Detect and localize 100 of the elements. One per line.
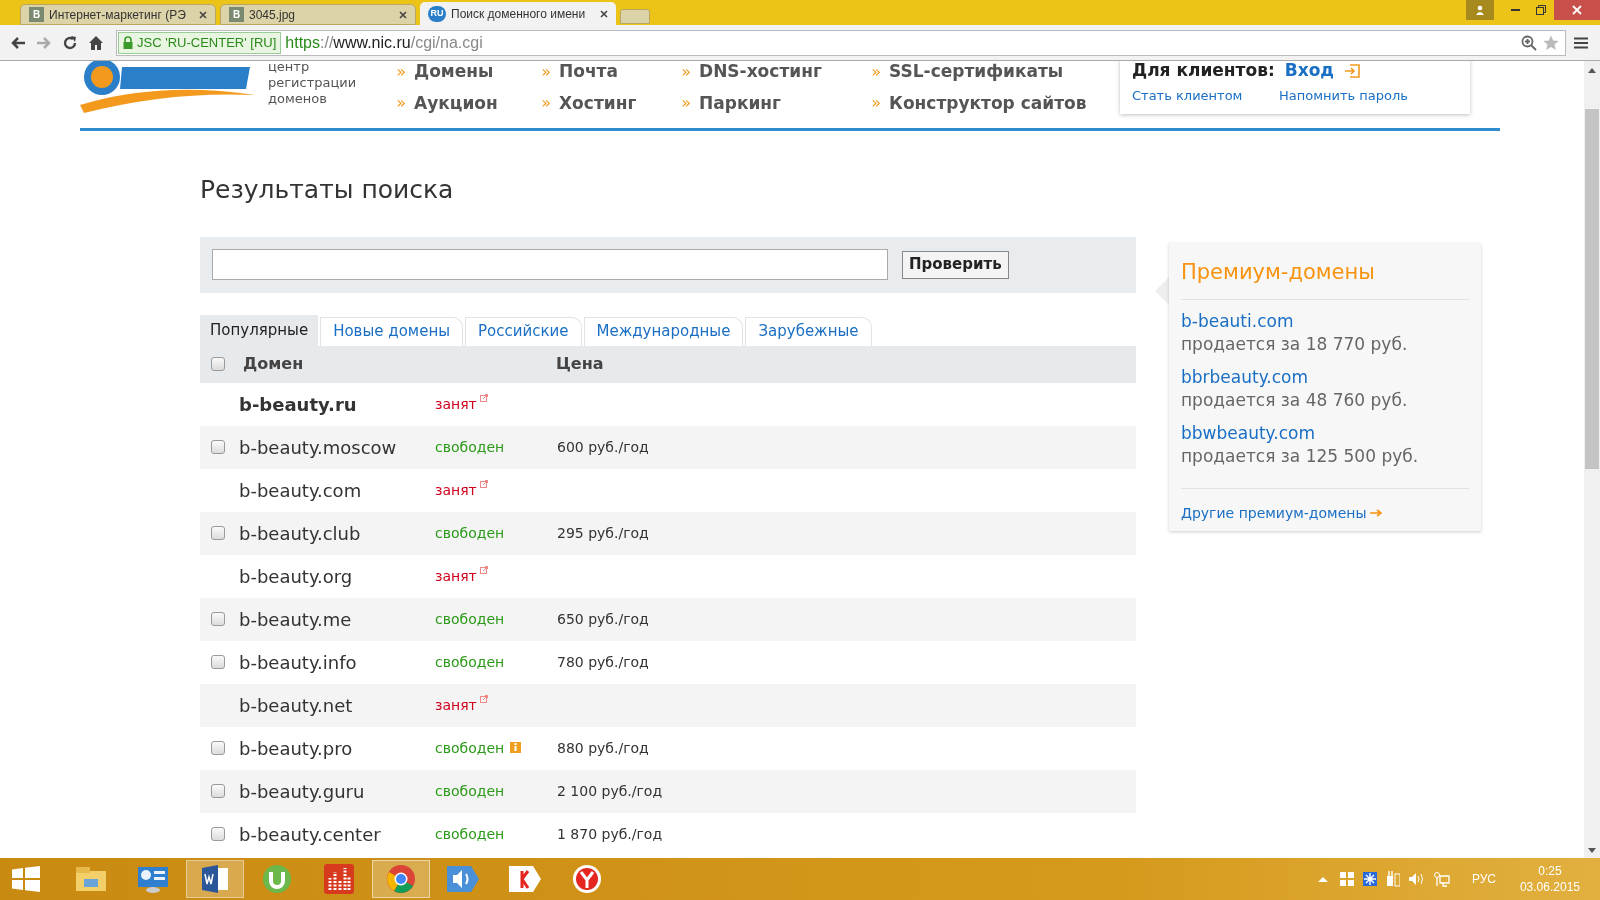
price-label: 2 100 руб./год — [557, 781, 663, 801]
row-checkbox[interactable] — [211, 526, 225, 540]
scroll-up-icon[interactable] — [1588, 67, 1596, 73]
browser-tab[interactable]: В 3045.jpg — [220, 4, 416, 25]
nav-link[interactable]: SSL-сертификаты — [889, 61, 1064, 85]
category-tab[interactable]: Новые домены — [320, 316, 464, 346]
more-premium-link[interactable]: Другие премиум-домены — [1181, 502, 1367, 524]
home-icon[interactable] — [88, 35, 104, 50]
status-label: свободен — [435, 652, 505, 672]
row-checkbox[interactable] — [211, 612, 225, 626]
power-icon[interactable] — [1385, 871, 1400, 887]
login-link[interactable]: Вход — [1284, 61, 1335, 84]
forward-icon[interactable] — [36, 35, 52, 50]
close-tab-icon[interactable] — [600, 9, 608, 18]
price-label: 600 руб./год — [557, 437, 649, 457]
premium-title: Премиум-домены — [1181, 243, 1469, 300]
address-bar[interactable]: JSC 'RU-CENTER' [RU] https://www.nic.ru/cgi/na.cgi — [116, 29, 1566, 56]
category-tab[interactable]: Зарубежные — [745, 316, 872, 346]
premium-domain-link[interactable]: bbrbeauty.com — [1181, 365, 1469, 389]
column-header: Домен — [243, 353, 305, 375]
category-tab[interactable]: Международные — [583, 316, 744, 346]
security-badge[interactable]: JSC 'RU-CENTER' [RU] — [118, 31, 282, 54]
logo-tagline: доменов — [268, 91, 328, 107]
person-icon[interactable] — [1475, 5, 1485, 15]
premium-domain-link[interactable]: b-beauti.com — [1181, 309, 1469, 333]
windows-tray-icon[interactable] — [1339, 872, 1354, 886]
network-icon[interactable] — [1433, 871, 1450, 887]
status-label: свободен — [435, 738, 505, 758]
category-tab[interactable]: Российские — [465, 316, 582, 346]
logo-tagline: регистрации — [268, 75, 357, 91]
category-tab[interactable]: Популярные — [200, 314, 319, 346]
scroll-down-icon[interactable] — [1588, 848, 1596, 854]
nav-bullet: » — [871, 92, 881, 115]
info-icon[interactable] — [510, 741, 522, 753]
browser-tab[interactable]: В Интернет-маркетинг (РЭ — [20, 4, 216, 25]
close-icon[interactable] — [1572, 5, 1582, 15]
premium-domain-link[interactable]: bbwbeauty.com — [1181, 421, 1469, 445]
browser-tab[interactable]: RU Поиск доменного имени — [420, 2, 616, 25]
nav-link[interactable]: DNS-хостинг — [699, 61, 822, 85]
close-tab-icon[interactable] — [199, 10, 207, 19]
zoom-icon[interactable] — [1521, 34, 1537, 51]
clients-label: Для клиентов: — [1132, 61, 1275, 82]
nav-link[interactable]: Конструктор сайтов — [889, 90, 1087, 116]
favicon: В — [29, 7, 44, 22]
start-icon[interactable] — [12, 866, 40, 892]
snowflake-icon[interactable] — [1362, 872, 1377, 886]
nav-bullet: » — [396, 61, 406, 83]
row-checkbox[interactable] — [211, 784, 225, 798]
chrome-icon[interactable] — [372, 860, 430, 898]
row-checkbox[interactable] — [211, 440, 225, 454]
favicon: В — [229, 7, 244, 22]
star-icon[interactable] — [1543, 34, 1559, 51]
profile-button[interactable] — [1466, 0, 1494, 20]
volume-icon[interactable] — [1408, 872, 1425, 886]
row-checkbox[interactable] — [211, 827, 225, 841]
domain-name: b-beauty.me — [239, 607, 353, 632]
nav-link[interactable]: Почта — [559, 61, 618, 85]
column-header: Цена — [556, 353, 604, 375]
external-link-icon[interactable] — [479, 479, 488, 488]
tray-expand-icon[interactable] — [1317, 876, 1328, 882]
external-link-icon[interactable] — [479, 565, 488, 574]
external-link-icon[interactable] — [479, 694, 488, 703]
domain-name: b-beauty.center — [239, 822, 382, 847]
new-tab-button[interactable] — [620, 9, 650, 24]
nav-link[interactable]: Аукцион — [414, 90, 498, 116]
reload-icon[interactable] — [62, 34, 78, 51]
become-client-link[interactable]: Стать клиентом — [1132, 85, 1279, 105]
close-tab-icon[interactable] — [399, 10, 407, 19]
restore-icon[interactable] — [1536, 5, 1546, 15]
page-title: Результаты поиска — [200, 174, 455, 206]
price-label: 780 руб./год — [557, 652, 649, 672]
select-all-checkbox[interactable] — [211, 357, 225, 371]
word-icon[interactable] — [186, 860, 244, 898]
nav-bullet: » — [871, 61, 881, 83]
status-label: свободен — [435, 824, 505, 844]
tab-title: Поиск доменного имени — [451, 5, 586, 23]
back-icon[interactable] — [10, 35, 26, 50]
remind-password-link[interactable]: Напомнить пароль — [1279, 85, 1408, 105]
nav-bullet: » — [681, 61, 691, 83]
external-link-icon[interactable] — [479, 393, 488, 402]
nav-link[interactable]: Домены — [414, 61, 494, 85]
nav-bullet: » — [396, 92, 406, 115]
row-checkbox[interactable] — [211, 655, 225, 669]
nav-link[interactable]: Хостинг — [559, 90, 637, 116]
nav-bullet: » — [681, 92, 691, 115]
premium-price: продается за 48 760 руб. — [1181, 388, 1409, 412]
status-label: занят — [435, 480, 477, 500]
price-label: 880 руб./год — [557, 738, 649, 758]
row-checkbox[interactable] — [211, 741, 225, 755]
price-label: 295 руб./год — [557, 523, 649, 543]
search-field[interactable] — [212, 249, 888, 280]
domain-name: b-beauty.club — [239, 521, 362, 546]
scrollbar[interactable] — [1584, 61, 1600, 858]
nav-link[interactable]: Паркинг — [699, 90, 781, 116]
menu-icon[interactable] — [1574, 36, 1588, 49]
close-button[interactable] — [1554, 0, 1600, 20]
domain-name: b-beauty.pro — [239, 736, 354, 761]
check-button[interactable]: Проверить — [902, 250, 1009, 279]
domain-name: b-beauty.info — [239, 650, 358, 675]
login-icon[interactable] — [1344, 63, 1361, 78]
